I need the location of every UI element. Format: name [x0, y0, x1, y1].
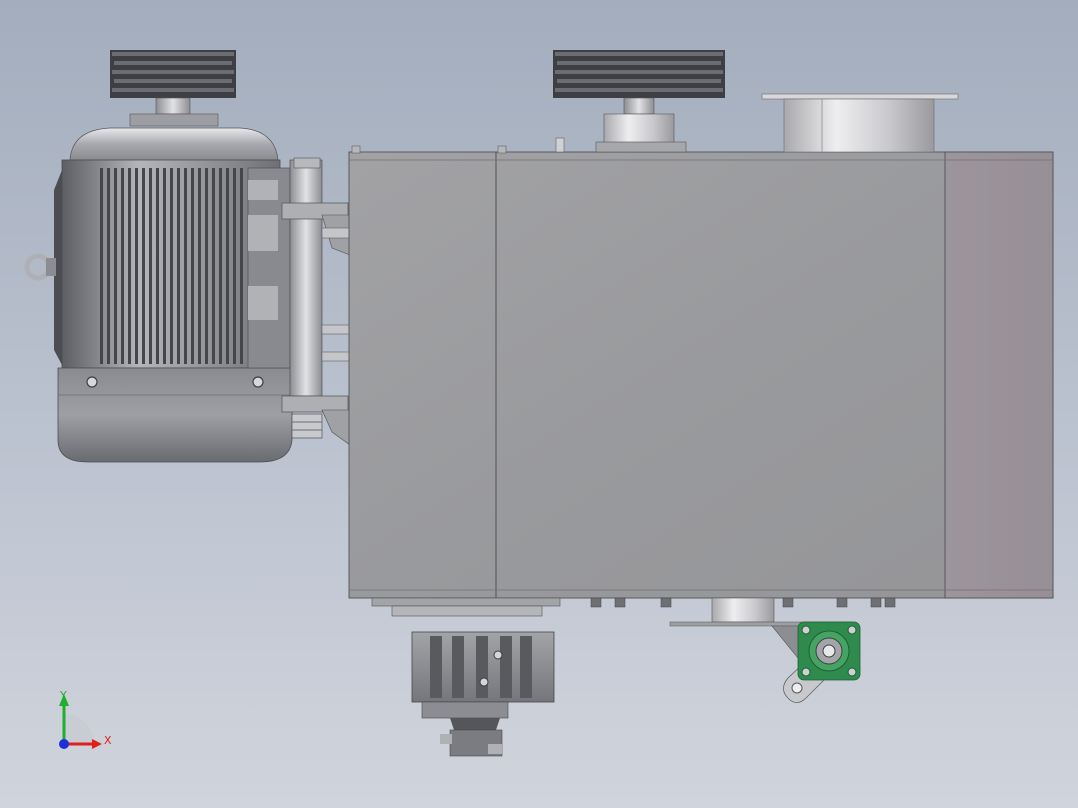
cooling-fin — [142, 168, 145, 364]
cooling-fin — [107, 168, 110, 364]
cooling-fin — [149, 168, 152, 364]
cooling-fin — [233, 168, 236, 364]
cooling-fin — [198, 168, 201, 364]
cooling-fin — [226, 168, 229, 364]
lifting-eye — [24, 253, 52, 281]
housing-bolt — [614, 597, 626, 608]
fan-pulley — [553, 50, 725, 153]
cooling-fin — [219, 168, 222, 364]
motor-pulley — [110, 50, 236, 127]
cooling-fin — [156, 168, 159, 364]
cooling-fin — [114, 168, 117, 364]
green-bearing-unit — [797, 621, 861, 681]
cooling-fins — [100, 168, 243, 364]
housing-bolt — [660, 597, 672, 608]
y-axis-label: Y — [59, 689, 67, 702]
housing-bolt — [590, 597, 602, 608]
housing-bolt — [870, 597, 882, 608]
housing-bolt — [782, 597, 794, 608]
housing-bolt — [836, 597, 848, 608]
damper-actuator — [669, 597, 861, 703]
cooling-fin — [128, 168, 131, 364]
cooling-fin — [205, 168, 208, 364]
x-axis-label: X — [104, 734, 112, 747]
coordinate-triad: Y X — [59, 689, 112, 749]
main-housing — [348, 137, 1054, 599]
z-axis-marker — [59, 739, 69, 749]
cooling-fin — [240, 168, 243, 364]
housing-end-section — [944, 151, 1054, 599]
cooling-fin — [191, 168, 194, 364]
outlet-pipe — [761, 93, 959, 153]
gearbox — [371, 597, 561, 757]
cooling-fin — [121, 168, 124, 364]
assembly-drawing: Y X — [24, 50, 1054, 757]
cooling-fin — [135, 168, 138, 364]
housing-bolt — [884, 597, 896, 608]
motor-bolt-hole — [86, 376, 98, 388]
bearing-block — [603, 113, 675, 145]
cooling-fin — [170, 168, 173, 364]
cooling-fin — [177, 168, 180, 364]
cooling-fin — [163, 168, 166, 364]
cooling-fin — [212, 168, 215, 364]
x-axis-arrowhead — [92, 739, 102, 749]
cad-viewport[interactable]: Y X — [0, 0, 1078, 808]
cooling-fin — [184, 168, 187, 364]
motor-bolt-hole — [252, 376, 264, 388]
cooling-fin — [100, 168, 103, 364]
